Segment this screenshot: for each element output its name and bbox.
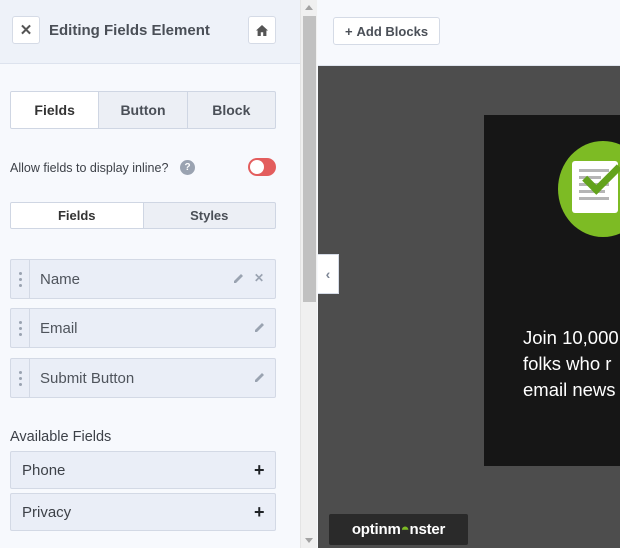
help-icon[interactable]: ? — [180, 160, 195, 175]
drag-handle-icon[interactable] — [11, 260, 30, 298]
available-field-label: Privacy — [22, 504, 72, 521]
scroll-down-arrow-icon[interactable] — [305, 538, 313, 543]
plus-icon[interactable]: + — [254, 460, 265, 481]
drag-handle-icon[interactable] — [11, 309, 30, 347]
builder-toolbar: + Add Blocks — [318, 0, 620, 66]
optinmonster-logo: optinm ◓ nster — [329, 514, 468, 545]
fields-subtabs: Fields Styles — [10, 202, 276, 229]
tab-block[interactable]: Block — [188, 92, 275, 128]
sidebar-title: Editing Fields Element — [49, 22, 210, 39]
scrollbar-thumb[interactable] — [303, 16, 316, 302]
edit-field-button[interactable] — [253, 370, 267, 387]
add-blocks-button[interactable]: + Add Blocks — [333, 17, 440, 45]
field-row-submit-button[interactable]: Submit Button — [10, 358, 276, 398]
preview-headline[interactable]: Join 10,000 folks who r email news — [523, 325, 619, 403]
preview-canvas: ‹ Join 10,000 folks who r email news opt… — [318, 66, 620, 548]
field-row-name[interactable]: Name ✕ — [10, 259, 276, 299]
pencil-icon — [255, 373, 264, 382]
edit-field-button[interactable] — [232, 271, 246, 288]
close-icon: ✕ — [19, 22, 33, 39]
available-fields-heading: Available Fields — [10, 429, 112, 445]
plus-icon[interactable]: + — [254, 502, 265, 523]
tab-fields[interactable]: Fields — [11, 92, 100, 128]
pencil-icon — [255, 323, 264, 332]
element-tabs: Fields Button Block — [10, 91, 276, 129]
sidebar-scrollbar[interactable] — [300, 0, 317, 548]
available-field-privacy[interactable]: Privacy + — [10, 493, 276, 531]
field-label: Email — [40, 320, 78, 337]
available-field-phone[interactable]: Phone + — [10, 451, 276, 489]
collapse-sidebar-button[interactable]: ‹ — [318, 254, 339, 294]
campaign-preview[interactable]: Join 10,000 folks who r email news — [484, 115, 620, 466]
home-button[interactable] — [248, 16, 276, 44]
toggle-knob — [250, 160, 264, 174]
close-button[interactable]: ✕ — [12, 16, 40, 44]
newsletter-check-icon — [558, 141, 620, 237]
field-label: Name — [40, 271, 81, 288]
sidebar-header: ✕ Editing Fields Element — [0, 0, 300, 64]
headline-line: email news — [523, 379, 616, 400]
inline-fields-label: Allow fields to display inline? — [10, 161, 169, 175]
monster-icon: ◓ — [400, 521, 410, 538]
field-row-email[interactable]: Email — [10, 308, 276, 348]
subtab-styles[interactable]: Styles — [144, 203, 276, 228]
add-blocks-label: Add Blocks — [356, 23, 429, 39]
edit-field-button[interactable] — [253, 320, 267, 337]
remove-field-button[interactable]: ✕ — [254, 271, 264, 285]
inline-fields-toggle[interactable] — [248, 158, 276, 176]
pencil-icon — [234, 274, 243, 283]
subtab-fields[interactable]: Fields — [11, 203, 144, 228]
headline-line: folks who r — [523, 353, 612, 374]
home-icon — [256, 24, 268, 36]
tab-button[interactable]: Button — [99, 92, 188, 128]
editor-sidebar: ✕ Editing Fields Element Fields Button B… — [0, 0, 300, 548]
chevron-left-icon: ‹ — [325, 266, 331, 282]
close-icon: ✕ — [254, 271, 265, 285]
headline-line: Join 10,000 — [523, 327, 619, 348]
scroll-up-arrow-icon[interactable] — [305, 5, 313, 10]
plus-icon: + — [344, 23, 353, 39]
available-field-label: Phone — [22, 462, 66, 479]
inline-fields-option: Allow fields to display inline? ? — [10, 158, 276, 178]
drag-handle-icon[interactable] — [11, 359, 30, 397]
field-label: Submit Button — [40, 370, 135, 387]
